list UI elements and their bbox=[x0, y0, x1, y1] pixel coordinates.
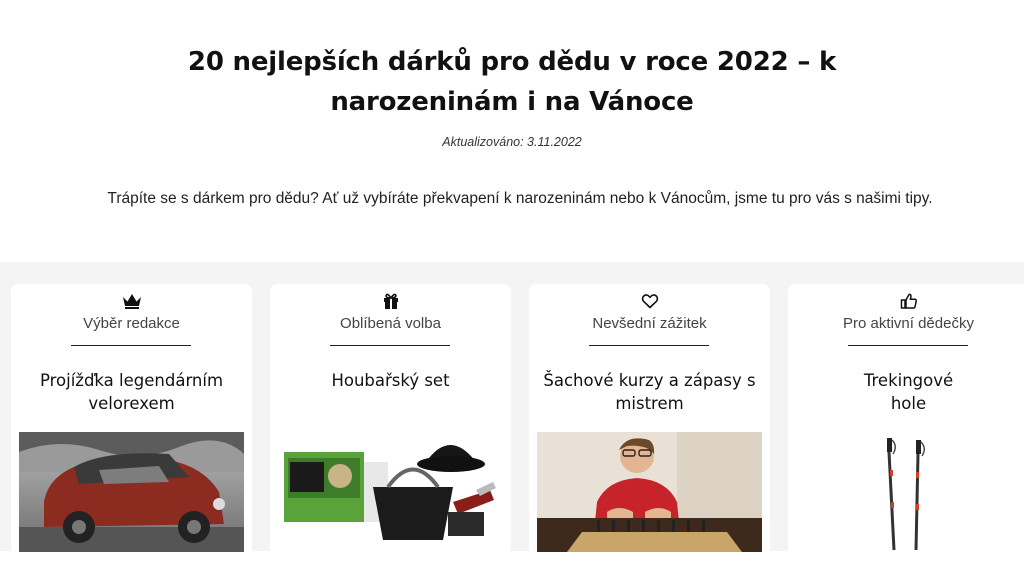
gift-icon bbox=[270, 292, 511, 312]
divider bbox=[330, 345, 450, 346]
gift-card-chess[interactable]: Nevšední zážitek Šachové kurzy a zápasy … bbox=[529, 284, 770, 564]
thumbs-up-icon bbox=[788, 292, 1024, 312]
card-category: Nevšední zážitek bbox=[592, 315, 707, 332]
card-category: Pro aktivní dědečky bbox=[843, 315, 974, 332]
updated-date: Aktualizováno: 3.11.2022 bbox=[442, 135, 582, 149]
card-title[interactable]: Trekingové hole bbox=[848, 369, 969, 415]
intro-text: Trápíte se s dárkem pro dědu? Ať už vybí… bbox=[107, 190, 933, 207]
heart-icon bbox=[529, 292, 770, 312]
mushroom-picking-set-image[interactable] bbox=[278, 432, 503, 552]
card-category: Výběr redakce bbox=[83, 315, 180, 332]
divider bbox=[589, 345, 709, 346]
card-title[interactable]: Projížďka legendárním velorexem bbox=[23, 369, 240, 415]
trekking-poles-image[interactable] bbox=[796, 432, 1021, 552]
gift-card-trekking-poles[interactable]: Pro aktivní dědečky Trekingové hole bbox=[788, 284, 1024, 564]
gift-card-mushroom-set[interactable]: Oblíbená volba Houbařský set bbox=[270, 284, 511, 564]
gift-card-velorex[interactable]: Výběr redakce Projížďka legendárním velo… bbox=[11, 284, 252, 564]
card-title[interactable]: Houbařský set bbox=[330, 369, 451, 392]
velorex-car-image[interactable] bbox=[19, 432, 244, 552]
crown-icon bbox=[11, 292, 252, 312]
card-category: Oblíbená volba bbox=[340, 315, 441, 332]
page-title: 20 nejlepších dárků pro dědu v roce 2022… bbox=[187, 47, 837, 117]
chess-master-image[interactable] bbox=[537, 432, 762, 552]
divider bbox=[848, 345, 968, 346]
card-title[interactable]: Šachové kurzy a zápasy s mistrem bbox=[541, 369, 758, 415]
article-header: 20 nejlepších dárků pro dědu v roce 2022… bbox=[0, 0, 1024, 262]
divider bbox=[71, 345, 191, 346]
gift-cards-section: Výběr redakce Projížďka legendárním velo… bbox=[0, 262, 1024, 564]
